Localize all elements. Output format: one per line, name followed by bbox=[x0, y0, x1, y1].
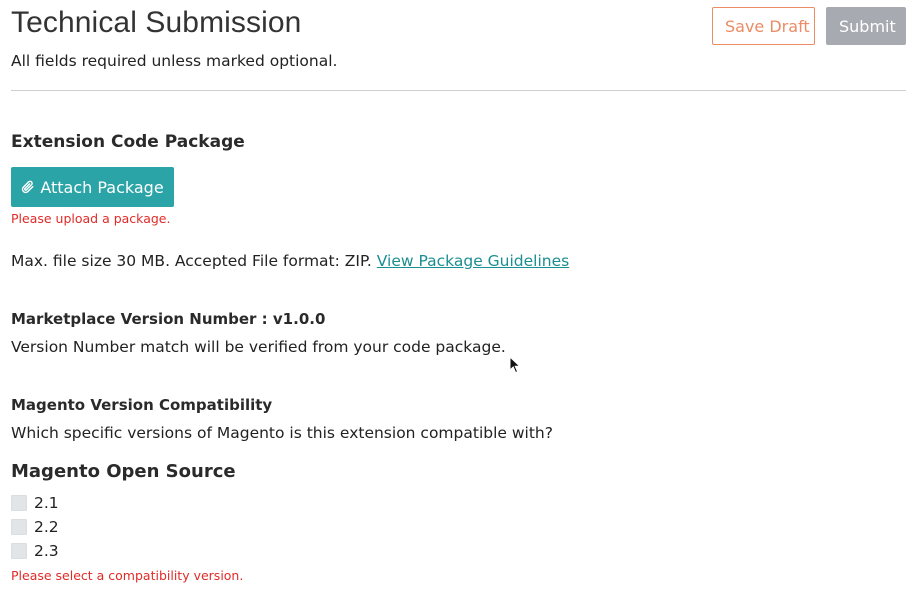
submit-button[interactable]: Submit bbox=[826, 7, 906, 45]
page-title: Technical Submission bbox=[11, 6, 302, 39]
compatibility-error-message: Please select a compatibility version. bbox=[11, 568, 244, 583]
page-header: Technical Submission All fields required… bbox=[11, 0, 906, 91]
version-2-3-label: 2.3 bbox=[34, 542, 59, 560]
extension-code-package-heading: Extension Code Package bbox=[11, 132, 245, 152]
package-info-text: Max. file size 30 MB. Accepted File form… bbox=[11, 252, 372, 270]
version-2-2-option[interactable]: 2.2 bbox=[11, 518, 59, 536]
version-match-description: Version Number match will be verified fr… bbox=[11, 338, 506, 356]
compatibility-question: Which specific versions of Magento is th… bbox=[11, 424, 553, 442]
version-2-2-label: 2.2 bbox=[34, 518, 59, 536]
magento-open-source-heading: Magento Open Source bbox=[11, 461, 236, 482]
technical-submission-page: Technical Submission All fields required… bbox=[11, 0, 906, 590]
marketplace-version-heading: Marketplace Version Number : v1.0.0 bbox=[11, 310, 326, 328]
package-error-message: Please upload a package. bbox=[11, 211, 171, 226]
save-draft-button[interactable]: Save Draft bbox=[712, 7, 815, 45]
package-info-line: Max. file size 30 MB. Accepted File form… bbox=[11, 252, 569, 270]
compatibility-heading: Magento Version Compatibility bbox=[11, 396, 273, 414]
version-2-3-checkbox[interactable] bbox=[11, 543, 27, 559]
view-package-guidelines-link[interactable]: View Package Guidelines bbox=[377, 252, 569, 270]
attach-package-button[interactable]: Attach Package bbox=[11, 167, 174, 207]
version-2-3-option[interactable]: 2.3 bbox=[11, 542, 59, 560]
paperclip-icon bbox=[21, 180, 35, 194]
version-2-2-checkbox[interactable] bbox=[11, 519, 27, 535]
page-subtitle: All fields required unless marked option… bbox=[11, 52, 338, 70]
version-2-1-checkbox[interactable] bbox=[11, 495, 27, 511]
attach-package-label: Attach Package bbox=[40, 177, 164, 197]
header-actions: Save Draft Submit bbox=[712, 7, 906, 45]
version-2-1-option[interactable]: 2.1 bbox=[11, 494, 59, 512]
version-2-1-label: 2.1 bbox=[34, 494, 59, 512]
